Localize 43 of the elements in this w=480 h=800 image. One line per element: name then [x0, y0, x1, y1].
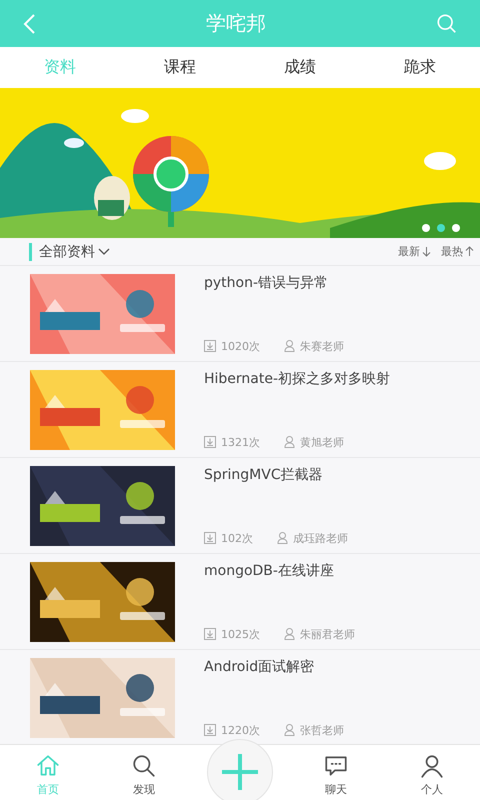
person-icon	[419, 753, 445, 779]
sort-button[interactable]: 最热	[441, 244, 474, 259]
download-icon	[204, 724, 216, 736]
teacher-name: 成珏路老师	[293, 530, 348, 546]
tab[interactable]: 跪求	[360, 47, 480, 88]
item-title[interactable]: SpringMVC拦截器	[204, 466, 460, 484]
back-button[interactable]	[22, 12, 36, 34]
teacher-name: 黄旭老师	[300, 434, 344, 450]
nav-tab[interactable]: 发现	[96, 745, 192, 800]
item-title[interactable]: Android面试解密	[204, 658, 460, 676]
person-icon	[284, 628, 295, 640]
teacher-name: 朱丽君老师	[300, 626, 355, 642]
tab[interactable]: 课程	[120, 47, 240, 88]
caret-icon	[98, 248, 110, 256]
teacher-name: 朱赛老师	[300, 338, 344, 354]
item-title[interactable]: mongoDB-在线讲座	[204, 562, 460, 580]
arrow-up-icon	[465, 246, 474, 257]
item-title[interactable]: python-错误与异常	[204, 274, 460, 292]
download-icon	[204, 436, 216, 448]
plus-icon	[220, 752, 260, 792]
download-count: 1020次	[221, 338, 260, 354]
download-count: 102次	[221, 530, 253, 546]
download-icon	[204, 340, 216, 352]
sort-button[interactable]: 最新	[398, 244, 431, 259]
person-icon	[277, 532, 288, 544]
download-count: 1220次	[221, 722, 260, 738]
nav-tab[interactable]: 聊天	[288, 745, 384, 800]
tab[interactable]: 成绩	[240, 47, 360, 88]
search-icon	[131, 753, 157, 779]
person-icon	[284, 724, 295, 736]
item-title[interactable]: Hibernate-初探之多对多映射	[204, 370, 460, 388]
download-icon	[204, 628, 216, 640]
download-count: 1321次	[221, 434, 260, 450]
app-title: 学咤邦	[206, 10, 266, 37]
person-icon	[284, 436, 295, 448]
person-icon	[284, 340, 295, 352]
nav-tab[interactable]: 个人	[384, 745, 480, 800]
arrow-down-icon	[422, 246, 431, 257]
search-button[interactable]	[436, 12, 458, 34]
download-icon	[204, 532, 216, 544]
download-count: 1025次	[221, 626, 260, 642]
category-dropdown[interactable]: 全部资料	[29, 242, 110, 260]
teacher-name: 张哲老师	[300, 722, 344, 738]
